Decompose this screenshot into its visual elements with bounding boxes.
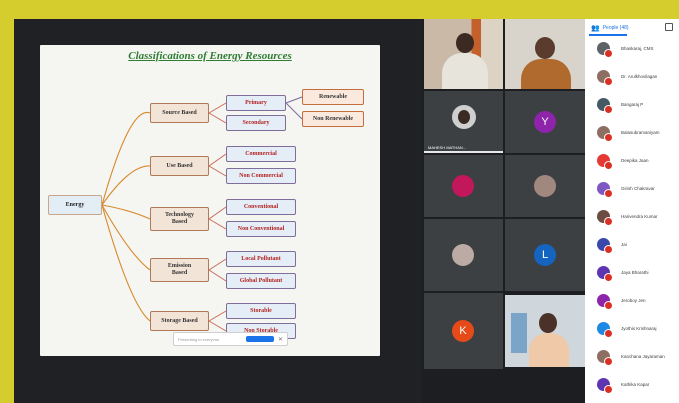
node-conventional: Conventional	[226, 199, 296, 215]
avatar: L	[534, 244, 556, 266]
people-list-item[interactable]: Jeroboy Jen	[585, 291, 679, 313]
people-list-item[interactable]: Kanchana Jayaraman	[585, 347, 679, 369]
participant-name: Balasubramaniyam	[621, 130, 660, 135]
people-list-item[interactable]: Kathika Kapar	[585, 375, 679, 397]
node-renewable: Renewable	[302, 89, 364, 105]
yellow-frame: Classifications of Energy Resources Ener…	[0, 0, 679, 403]
people-list-item[interactable]: Bangaraj P	[585, 95, 679, 117]
participant-tile[interactable]	[424, 155, 503, 217]
presentation-stage[interactable]: Classifications of Energy Resources Ener…	[14, 19, 422, 403]
person-head	[539, 313, 557, 333]
people-list-item[interactable]: Jaya Bharathi	[585, 263, 679, 285]
participant-name: Bangaraj P	[621, 102, 644, 107]
active-speaker-bar	[424, 151, 503, 153]
person-head	[456, 33, 474, 53]
muted-mic-icon	[604, 245, 613, 254]
participant-tile[interactable]: K	[424, 293, 503, 369]
node-technology-based: Technology Based	[150, 207, 209, 231]
participant-name: Deepika Jaan	[621, 158, 649, 163]
muted-mic-icon	[604, 329, 613, 338]
participant-tile[interactable]: MAHESH MATHAN...	[424, 91, 503, 153]
people-list-item[interactable]: Bhaskaraj, CMS	[585, 39, 679, 61]
chat-icon[interactable]	[665, 23, 673, 31]
slide-title: Classifications of Energy Resources	[128, 50, 292, 62]
participant-name: Kathika Kapar	[621, 382, 650, 387]
node-commercial: Commercial	[226, 146, 296, 162]
muted-mic-icon	[604, 385, 613, 394]
participant-name: Jaya Bharathi	[621, 270, 649, 275]
tab-underline	[589, 34, 627, 36]
muted-mic-icon	[604, 77, 613, 86]
participant-tile[interactable]: L	[505, 219, 585, 291]
participant-tile-video[interactable]	[505, 295, 585, 367]
person-body	[442, 53, 488, 89]
node-emission-based: Emission Based	[150, 258, 209, 282]
people-list-item[interactable]: Deepika Jaan	[585, 151, 679, 173]
participant-name: Dr. Arulkhovilagan	[621, 74, 658, 79]
participant-name: Harivendra Kumar	[621, 214, 658, 219]
muted-mic-icon	[604, 301, 613, 310]
participant-name: Jyothis Krishnaraj	[621, 326, 657, 331]
node-storable: Storable	[226, 303, 296, 319]
participant-tile[interactable]: Y	[505, 91, 585, 153]
video-background	[511, 313, 527, 353]
muted-mic-icon	[604, 49, 613, 58]
participant-tile[interactable]	[424, 219, 503, 291]
avatar	[452, 105, 476, 129]
stop-presenting-button[interactable]	[245, 336, 274, 342]
node-use-based: Use Based	[150, 156, 209, 176]
people-list-item[interactable]: Girish Chakravar	[585, 179, 679, 201]
muted-mic-icon	[604, 133, 613, 142]
muted-mic-icon	[604, 357, 613, 366]
people-list-item[interactable]: Harivendra Kumar	[585, 207, 679, 229]
close-icon[interactable]: ✕	[278, 336, 283, 343]
presenting-notification: Presenting to everyone ✕	[173, 332, 288, 346]
participant-name: Bhaskaraj, CMS	[621, 46, 654, 51]
meeting-window: Classifications of Energy Resources Ener…	[14, 19, 679, 403]
slide: Classifications of Energy Resources Ener…	[40, 45, 380, 356]
muted-mic-icon	[604, 189, 613, 198]
node-global-pollutant: Global Pollutant	[226, 273, 296, 289]
node-local-pollutant: Local Pollutant	[226, 251, 296, 267]
people-panel: 👥 People (48) Bhaskaraj, CMS Dr. Arulkhov…	[585, 19, 679, 403]
muted-mic-icon	[604, 161, 613, 170]
node-secondary: Secondary	[226, 115, 286, 131]
avatar	[452, 244, 474, 266]
people-list-item[interactable]: Balasubramaniyam	[585, 123, 679, 145]
node-source-based: Source Based	[150, 103, 209, 123]
muted-mic-icon	[604, 273, 613, 282]
avatar	[452, 175, 474, 197]
participant-tile-video[interactable]	[505, 19, 585, 89]
people-list-item[interactable]: Jyothis Krishnaraj	[585, 319, 679, 341]
muted-mic-icon	[604, 217, 613, 226]
node-primary: Primary	[226, 95, 286, 111]
people-tab-label: People (48)	[602, 25, 629, 31]
node-storage-based: Storage Based	[150, 311, 209, 331]
avatar: Y	[534, 111, 556, 133]
node-non-commercial: Non Commercial	[226, 168, 296, 184]
person-body	[529, 333, 569, 367]
avatar	[534, 175, 556, 197]
muted-mic-icon	[604, 105, 613, 114]
person-head	[535, 37, 555, 59]
avatar: K	[452, 320, 474, 342]
participant-name: Girish Chakravar	[621, 186, 655, 191]
node-energy: Energy	[48, 195, 102, 215]
node-non-conventional: Non Conventional	[226, 221, 296, 237]
participant-tile-video[interactable]	[424, 19, 503, 89]
notification-text: Presenting to everyone	[178, 336, 220, 342]
people-list-item[interactable]: Dr. Arulkhovilagan	[585, 67, 679, 89]
people-list-item[interactable]: Jai	[585, 235, 679, 257]
participant-name: Kanchana Jayaraman	[621, 354, 665, 359]
person-body	[521, 59, 571, 89]
participant-tile[interactable]	[505, 155, 585, 217]
participant-name: Jeroboy Jen	[621, 298, 646, 303]
participant-grid: MAHESH MATHAN... Y L K	[422, 19, 585, 403]
participant-name: MAHESH MATHAN...	[428, 145, 467, 150]
participant-name: Jai	[621, 242, 627, 247]
people-icon: 👥	[591, 25, 600, 32]
node-non-renewable: Non Renewable	[302, 111, 364, 127]
